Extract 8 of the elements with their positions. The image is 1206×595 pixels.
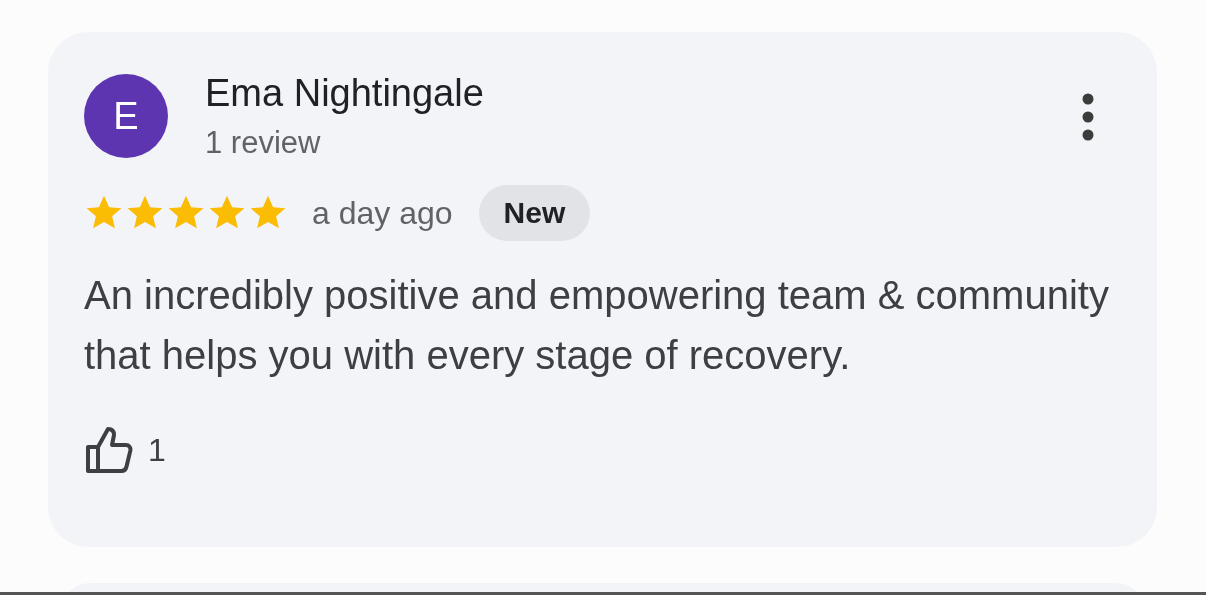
more-options-icon[interactable]	[1081, 92, 1095, 142]
new-badge: New	[478, 185, 591, 241]
review-text: An incredibly positive and empowering team & community that helps you with every stage of recovery.	[84, 272, 1110, 379]
author-name[interactable]: Ema Nightingale	[205, 72, 1081, 115]
review-time: a day ago	[312, 194, 453, 232]
avatar[interactable]: E	[84, 74, 168, 158]
review-count: 1 review	[205, 125, 322, 161]
like-button[interactable]: 1	[84, 425, 166, 475]
